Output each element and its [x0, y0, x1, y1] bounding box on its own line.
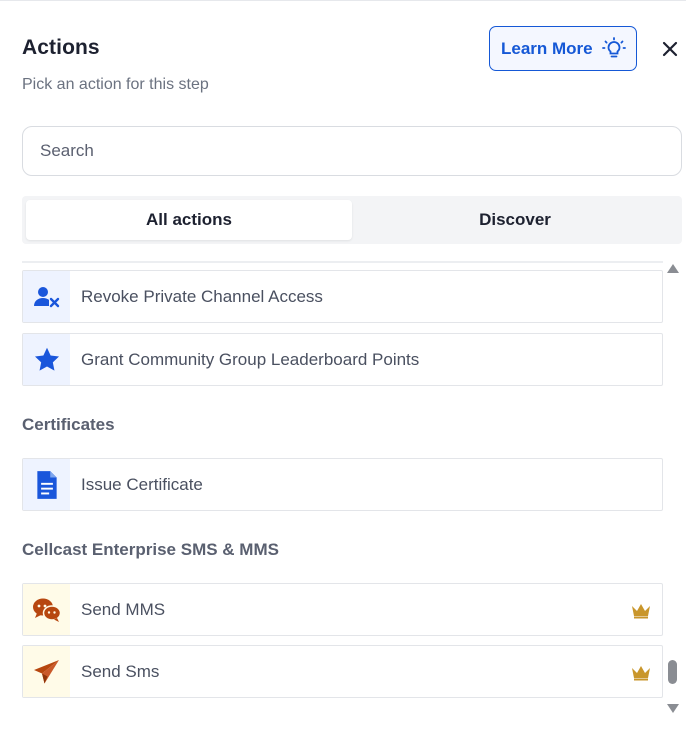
panel-subtitle: Pick an action for this step [22, 76, 209, 93]
action-icon-box [23, 646, 70, 697]
action-icon-box [23, 334, 70, 385]
lightbulb-icon [602, 37, 626, 58]
section-title-cellcast: Cellcast Enterprise SMS & MMS [22, 540, 279, 559]
action-label: Issue Certificate [81, 475, 203, 494]
list-scrollbar[interactable] [664, 262, 682, 718]
scroll-up-arrow-icon[interactable] [667, 264, 679, 273]
actions-list: Revoke Private Channel Access Grant Comm… [22, 258, 663, 730]
action-icon-box [23, 584, 70, 635]
action-label: Grant Community Group Leaderboard Points [81, 350, 420, 369]
user-remove-icon [33, 286, 59, 307]
action-label: Send Sms [81, 662, 160, 681]
list-divider [22, 261, 663, 263]
tab-all-actions[interactable]: All actions [26, 200, 352, 240]
action-item-send-mms[interactable]: Send MMS [22, 583, 663, 636]
top-divider [0, 0, 686, 1]
search-input[interactable] [22, 126, 682, 176]
premium-crown-icon [632, 666, 650, 681]
scroll-down-arrow-icon[interactable] [667, 704, 679, 713]
action-item-revoke-private-channel-access[interactable]: Revoke Private Channel Access [22, 270, 663, 323]
action-item-grant-leaderboard-points[interactable]: Grant Community Group Leaderboard Points [22, 333, 663, 386]
learn-more-button[interactable]: Learn More [489, 26, 637, 71]
tab-discover[interactable]: Discover [352, 200, 678, 240]
close-icon[interactable] [659, 38, 681, 60]
paper-plane-icon [33, 659, 59, 683]
scroll-thumb[interactable] [668, 660, 677, 684]
section-title-certificates: Certificates [22, 415, 115, 434]
document-icon [36, 470, 57, 499]
action-label: Send MMS [81, 600, 166, 619]
action-label: Revoke Private Channel Access [81, 287, 323, 306]
panel-title: Actions [22, 36, 100, 59]
learn-more-label: Learn More [501, 38, 593, 58]
star-icon [34, 347, 59, 371]
action-icon-box [23, 271, 70, 322]
chat-bubbles-icon [32, 598, 61, 622]
action-icon-box [23, 459, 70, 510]
action-item-send-sms[interactable]: Send Sms [22, 645, 663, 698]
action-item-issue-certificate[interactable]: Issue Certificate [22, 458, 663, 511]
premium-crown-icon [632, 604, 650, 619]
tab-bar: All actions Discover [22, 196, 682, 244]
